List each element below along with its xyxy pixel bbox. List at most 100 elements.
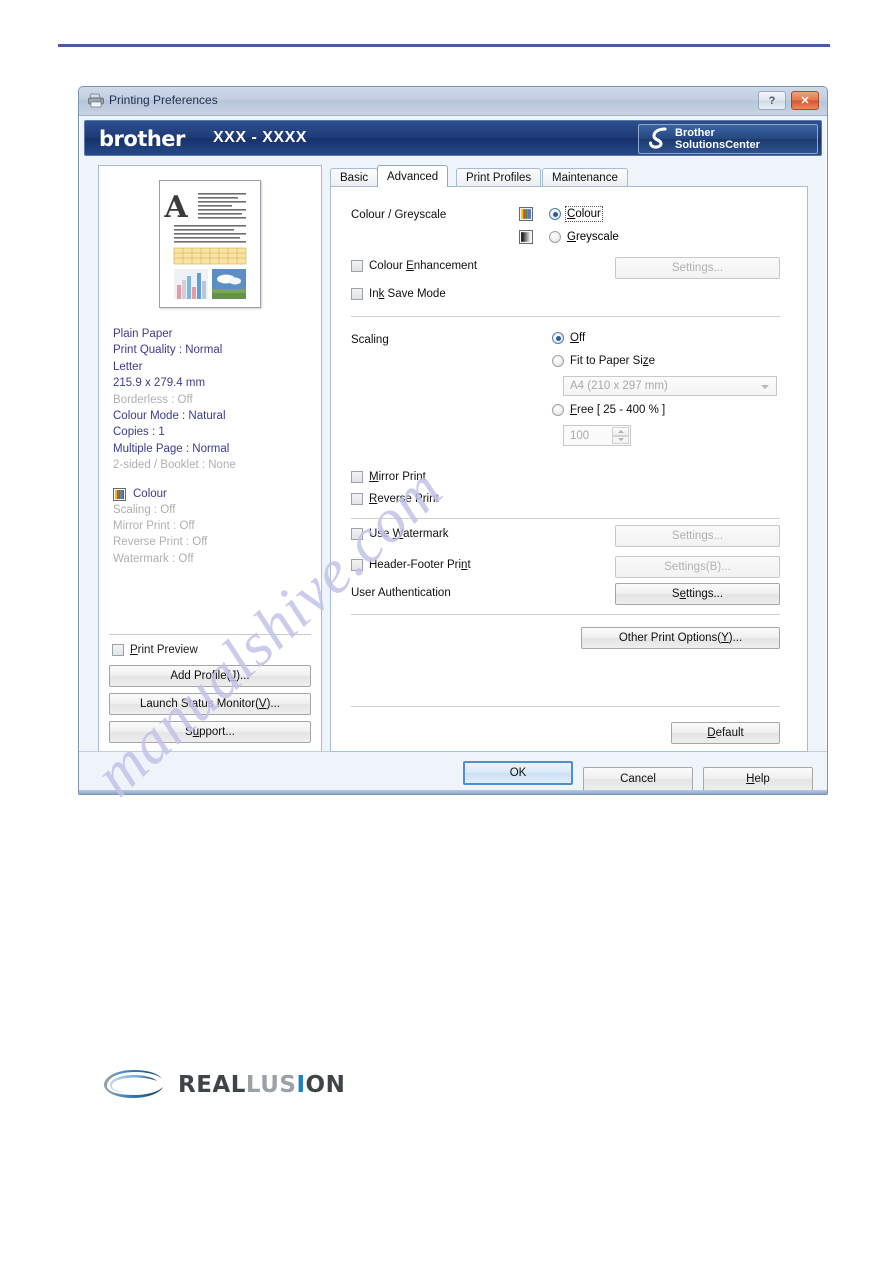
divider-3 [351, 614, 780, 615]
watermark-settings-button[interactable]: Settings... [615, 525, 780, 547]
reverse-print-checkbox[interactable] [351, 493, 363, 505]
printer-model-name: XXX - XXXX [213, 129, 307, 146]
scaling-free-value: 100 [570, 429, 590, 442]
header-footer-checkbox[interactable] [351, 559, 363, 571]
use-watermark-checkbox[interactable] [351, 528, 363, 540]
other-print-options-button[interactable]: Other Print Options(Y)... [581, 627, 780, 649]
reallusion-on: ON [305, 1072, 346, 1098]
ink-save-mode-label: Ink Save Mode [369, 288, 446, 300]
paper-size-value: A4 (210 x 297 mm) [570, 380, 668, 392]
colour-enhancement-label: Colour Enhancement [369, 260, 478, 272]
chevron-down-icon [761, 385, 769, 389]
bsc-line2: SolutionsCenter [675, 139, 760, 151]
tab-maintenance[interactable]: Maintenance [542, 168, 628, 186]
tab-print-profiles[interactable]: Print Profiles [456, 168, 542, 186]
reallusion-wordmark: REALLUSION [178, 1072, 345, 1098]
help-button[interactable]: Help [703, 767, 813, 791]
mirror-print-row[interactable]: Mirror Print [351, 471, 426, 483]
spinner-buttons[interactable] [612, 427, 629, 444]
support-button[interactable]: Support... [109, 721, 311, 743]
launch-status-monitor-button[interactable]: Launch Status Monitor(V)... [109, 693, 311, 715]
dialog-body: A Plain Paper Print Quality: Normal Let… [84, 159, 822, 752]
printing-preferences-dialog: Printing Preferences ? ✕ brother XXX - X… [78, 86, 828, 795]
close-icon[interactable]: ✕ [791, 91, 819, 110]
brother-logo: brother [99, 127, 185, 151]
use-watermark-row[interactable]: Use Watermark [351, 528, 448, 540]
colour-option-row[interactable]: Colour [519, 206, 603, 222]
reallusion-lus: LUS [245, 1072, 297, 1098]
reverse-print-label: Reverse Print [369, 493, 439, 505]
brother-hook-icon [648, 127, 667, 149]
colour-bars-icon [113, 487, 126, 501]
mirror-print-checkbox[interactable] [351, 471, 363, 483]
svg-text:A: A [163, 190, 188, 225]
add-profile-button[interactable]: Add Profile(J)... [109, 665, 311, 687]
scaling-fit-row[interactable]: Fit to Paper Size [552, 355, 655, 367]
tab-bar: Basic Advanced Print Profiles Maintenanc… [330, 165, 808, 187]
header-footer-label: Header-Footer Print [369, 559, 471, 571]
setting-copies: Copies : 1 [113, 426, 165, 439]
scaling-free-spinner[interactable]: 100 [563, 425, 631, 446]
scaling-free-radio[interactable] [552, 404, 564, 416]
header-footer-row[interactable]: Header-Footer Print [351, 559, 471, 571]
divider [109, 634, 311, 635]
setting-paper-size: Letter [113, 360, 143, 373]
setting-print-quality: Print Quality : Normal [113, 344, 223, 357]
reallusion-swoosh-icon [104, 1070, 163, 1098]
reverse-print-row[interactable]: Reverse Print [351, 493, 439, 505]
setting-multiple-page: Multiple Page : Normal [113, 442, 230, 455]
setting-paper-dimensions: 215.9 x 279.4 mm [113, 377, 206, 390]
colour-greyscale-label: Colour / Greyscale [351, 209, 447, 221]
spinner-down-button[interactable] [612, 435, 629, 444]
scaling-fit-radio[interactable] [552, 355, 564, 367]
current-settings-list: Plain Paper Print Quality : Normal Lette… [113, 326, 321, 474]
colour-bars-icon [519, 207, 533, 221]
setting-colour-row: Colour [113, 487, 321, 501]
scaling-free-row[interactable]: Free [ 25 - 400 % ] [552, 404, 665, 416]
setting-borderless: Borderless : Off [113, 393, 193, 406]
spinner-up-button[interactable] [612, 427, 629, 436]
print-preview-checkbox[interactable] [112, 644, 124, 656]
print-preview-label: Print Preview [130, 644, 198, 656]
brother-solutions-center-button[interactable]: Brother SolutionsCenter [638, 124, 818, 154]
dialog-title: Printing Preferences [109, 93, 218, 107]
setting-colour-sublist: Scaling : Off Mirror Print : Off Reverse… [113, 502, 321, 568]
greyscale-option-row[interactable]: Greyscale [519, 230, 619, 244]
default-button[interactable]: Default [671, 722, 780, 744]
reallusion-real: REAL [178, 1072, 246, 1098]
user-authentication-settings-button[interactable]: Settings... [615, 583, 780, 605]
setting-colour-label: Colour [133, 488, 167, 501]
colour-radio-label: Colour [565, 206, 603, 222]
preview-panel-controls: Print Preview Add Profile(J)... Launch S… [109, 634, 311, 743]
help-titlebar-button[interactable]: ? [758, 91, 786, 110]
colour-radio[interactable] [549, 208, 561, 220]
scaling-fit-label: Fit to Paper Size [570, 355, 656, 367]
ok-button[interactable]: OK [463, 761, 573, 785]
print-preview-checkbox-row[interactable]: Print Preview [109, 644, 311, 656]
tab-advanced[interactable]: Advanced [377, 165, 449, 187]
ink-save-mode-checkbox[interactable] [351, 288, 363, 300]
divider-4 [351, 706, 780, 707]
cancel-button[interactable]: Cancel [583, 767, 693, 791]
scaling-off-row[interactable]: Off [552, 332, 585, 344]
setting-scaling: Scaling : Off [113, 503, 176, 516]
scaling-off-radio[interactable] [552, 332, 564, 344]
setting-watermark: Watermark : Off [113, 552, 194, 565]
scaling-off-label: Off [570, 332, 586, 344]
settings-panel: Basic Advanced Print Profiles Maintenanc… [330, 165, 808, 752]
document-preview: A [99, 180, 321, 308]
divider-2 [351, 518, 780, 519]
colour-enhancement-checkbox[interactable] [351, 260, 363, 272]
tab-basic[interactable]: Basic [330, 168, 379, 186]
header-footer-settings-button[interactable]: Settings(B)... [615, 556, 780, 578]
ink-save-mode-row[interactable]: Ink Save Mode [351, 288, 446, 300]
brother-solutions-center-label: Brother SolutionsCenter [675, 127, 760, 151]
greyscale-radio[interactable] [549, 231, 561, 243]
colour-enhancement-settings-button[interactable]: Settings... [615, 257, 780, 279]
setting-two-sided: 2-sided / Booklet : None [113, 459, 236, 472]
setting-mirror-print: Mirror Print : Off [113, 520, 195, 533]
paper-size-dropdown[interactable]: A4 (210 x 297 mm) [563, 376, 777, 396]
dialog-footer: OK Cancel Help [79, 751, 827, 794]
bsc-line1: Brother [675, 127, 715, 139]
colour-enhancement-row[interactable]: Colour Enhancement [351, 260, 477, 272]
